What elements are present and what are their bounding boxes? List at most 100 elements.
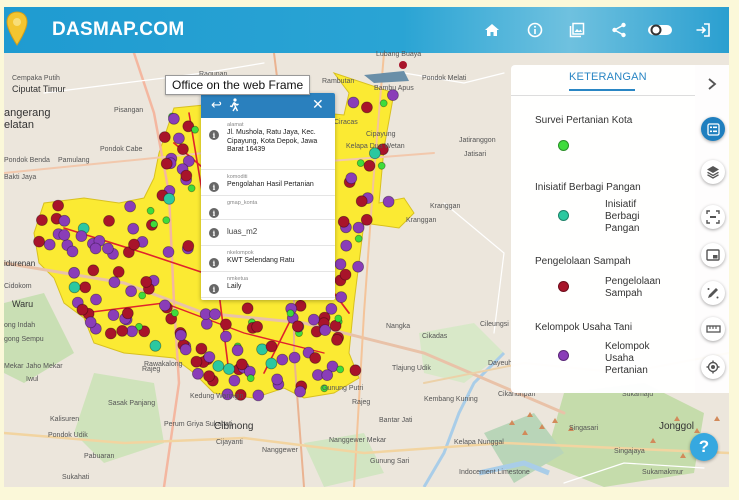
map-marker[interactable] xyxy=(138,291,147,300)
close-icon[interactable]: ✕ xyxy=(312,96,324,113)
legend-button[interactable] xyxy=(701,117,725,141)
locate-button[interactable] xyxy=(701,355,725,379)
map-marker[interactable] xyxy=(75,230,88,243)
map-marker[interactable] xyxy=(352,221,365,234)
map-marker[interactable] xyxy=(107,309,120,322)
map-marker[interactable] xyxy=(209,308,221,321)
map-marker[interactable] xyxy=(352,260,365,273)
layers-button[interactable] xyxy=(701,160,725,184)
map-marker[interactable] xyxy=(167,112,180,125)
info-icon[interactable] xyxy=(524,19,546,41)
map-marker[interactable] xyxy=(127,222,140,235)
map-marker[interactable] xyxy=(331,333,343,346)
map-marker[interactable] xyxy=(203,370,216,383)
theme-toggle-switch[interactable] xyxy=(646,19,674,41)
map-marker[interactable] xyxy=(128,238,140,251)
home-icon[interactable] xyxy=(481,19,503,41)
map-marker[interactable] xyxy=(377,161,386,170)
map-marker[interactable] xyxy=(321,369,334,382)
map-marker[interactable] xyxy=(140,275,153,288)
map-marker[interactable] xyxy=(162,246,175,258)
tab-keterangan[interactable]: KETERANGAN xyxy=(569,71,647,91)
map-marker[interactable] xyxy=(162,216,171,225)
map-marker[interactable] xyxy=(219,318,232,331)
map-marker[interactable] xyxy=(90,293,102,306)
map-marker[interactable] xyxy=(102,242,114,255)
minimap-button[interactable] xyxy=(701,243,725,267)
map-marker[interactable] xyxy=(347,96,360,109)
map-marker[interactable] xyxy=(195,342,208,355)
map-marker[interactable] xyxy=(146,206,155,215)
map-marker[interactable] xyxy=(163,192,176,205)
map-marker[interactable] xyxy=(172,132,185,145)
map-marker[interactable] xyxy=(87,264,100,277)
map-marker[interactable] xyxy=(354,234,363,243)
map-marker[interactable] xyxy=(286,309,295,318)
map-marker[interactable] xyxy=(89,242,102,255)
map-marker[interactable] xyxy=(340,239,353,252)
map-marker[interactable] xyxy=(79,281,92,294)
map-marker[interactable] xyxy=(158,299,171,312)
map-marker[interactable] xyxy=(182,239,195,252)
map-marker[interactable] xyxy=(68,281,81,294)
map-marker[interactable] xyxy=(223,363,235,375)
map-marker[interactable] xyxy=(276,353,289,366)
map-marker[interactable] xyxy=(43,238,56,251)
map-marker[interactable] xyxy=(246,374,255,383)
map-marker[interactable] xyxy=(231,344,244,357)
map-marker[interactable] xyxy=(58,214,71,227)
map-marker[interactable] xyxy=(121,307,134,320)
app-brand[interactable]: DASMAP.COM xyxy=(52,19,185,41)
map-marker[interactable] xyxy=(379,99,388,108)
map-marker[interactable] xyxy=(382,195,395,208)
map-marker[interactable] xyxy=(112,265,125,278)
map-marker[interactable] xyxy=(176,143,189,155)
map-marker[interactable] xyxy=(58,229,71,241)
map-marker[interactable] xyxy=(251,320,264,333)
map-marker[interactable] xyxy=(190,355,203,368)
map-marker[interactable] xyxy=(191,367,204,380)
map-marker[interactable] xyxy=(360,101,373,114)
map-marker[interactable] xyxy=(337,215,350,228)
map-marker[interactable] xyxy=(203,351,216,363)
map-marker[interactable] xyxy=(125,285,137,298)
map-marker[interactable] xyxy=(241,302,254,315)
map-marker[interactable] xyxy=(265,340,278,353)
map-marker[interactable] xyxy=(66,245,79,258)
map-marker[interactable] xyxy=(103,214,115,227)
map-marker[interactable] xyxy=(124,200,136,213)
map-marker[interactable] xyxy=(294,385,307,398)
map-marker[interactable] xyxy=(116,324,129,337)
map-marker[interactable] xyxy=(126,325,138,338)
map-marker[interactable] xyxy=(149,220,158,229)
map-marker[interactable] xyxy=(228,374,241,387)
map-marker[interactable] xyxy=(104,327,117,340)
map-marker[interactable] xyxy=(265,357,278,370)
map-marker[interactable] xyxy=(170,309,179,317)
map-marker[interactable] xyxy=(307,313,320,326)
map-marker[interactable] xyxy=(212,360,225,372)
map-marker[interactable] xyxy=(179,343,192,356)
map-marker[interactable] xyxy=(36,214,48,227)
help-button[interactable]: ? xyxy=(690,433,718,461)
map-marker[interactable] xyxy=(334,258,347,271)
map-marker[interactable] xyxy=(271,373,284,386)
map-marker[interactable] xyxy=(291,320,304,333)
map-marker[interactable] xyxy=(363,159,376,172)
map-marker[interactable] xyxy=(84,316,97,329)
map-marker[interactable] xyxy=(174,329,187,342)
gallery-icon[interactable] xyxy=(566,19,588,41)
collapse-chevron-icon[interactable] xyxy=(706,77,718,91)
map-marker[interactable] xyxy=(355,195,368,208)
map-marker[interactable] xyxy=(219,330,232,343)
measure-button[interactable] xyxy=(701,317,725,341)
map-marker[interactable] xyxy=(335,291,348,304)
fullscreen-button[interactable] xyxy=(701,205,725,229)
map-marker[interactable] xyxy=(180,169,193,182)
map-marker[interactable] xyxy=(336,365,345,374)
map-marker[interactable] xyxy=(345,172,358,185)
map-marker[interactable] xyxy=(356,159,365,167)
draw-tool-button[interactable] xyxy=(701,281,725,305)
map-marker[interactable] xyxy=(68,266,80,279)
map-marker[interactable] xyxy=(33,235,45,248)
